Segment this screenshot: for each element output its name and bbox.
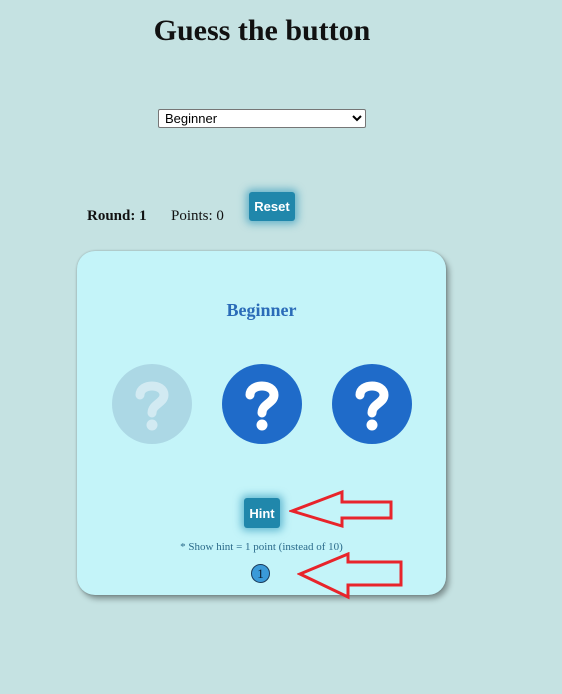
level-select[interactable]: Beginner xyxy=(158,109,366,128)
hint-button[interactable]: Hint xyxy=(244,498,280,528)
question-button-3[interactable] xyxy=(332,364,412,444)
question-button-1[interactable] xyxy=(112,364,192,444)
level-title: Beginner xyxy=(226,300,297,320)
points-label: Points: 0 xyxy=(171,208,224,224)
page-title: Guess the button xyxy=(153,14,371,47)
round-label: Round: 1 xyxy=(87,208,147,224)
question-mark-icon xyxy=(355,381,389,431)
question-mark-icon xyxy=(135,381,169,431)
question-mark-icon xyxy=(245,381,279,431)
arrow-left-icon xyxy=(297,552,403,600)
hint-count-badge: 1 xyxy=(251,564,270,583)
question-button-2[interactable] xyxy=(222,364,302,444)
arrow-left-icon xyxy=(289,489,393,529)
game-card: Beginner * Show hint = 1 point (instead … xyxy=(77,251,446,595)
reset-button[interactable]: Reset xyxy=(249,192,295,221)
